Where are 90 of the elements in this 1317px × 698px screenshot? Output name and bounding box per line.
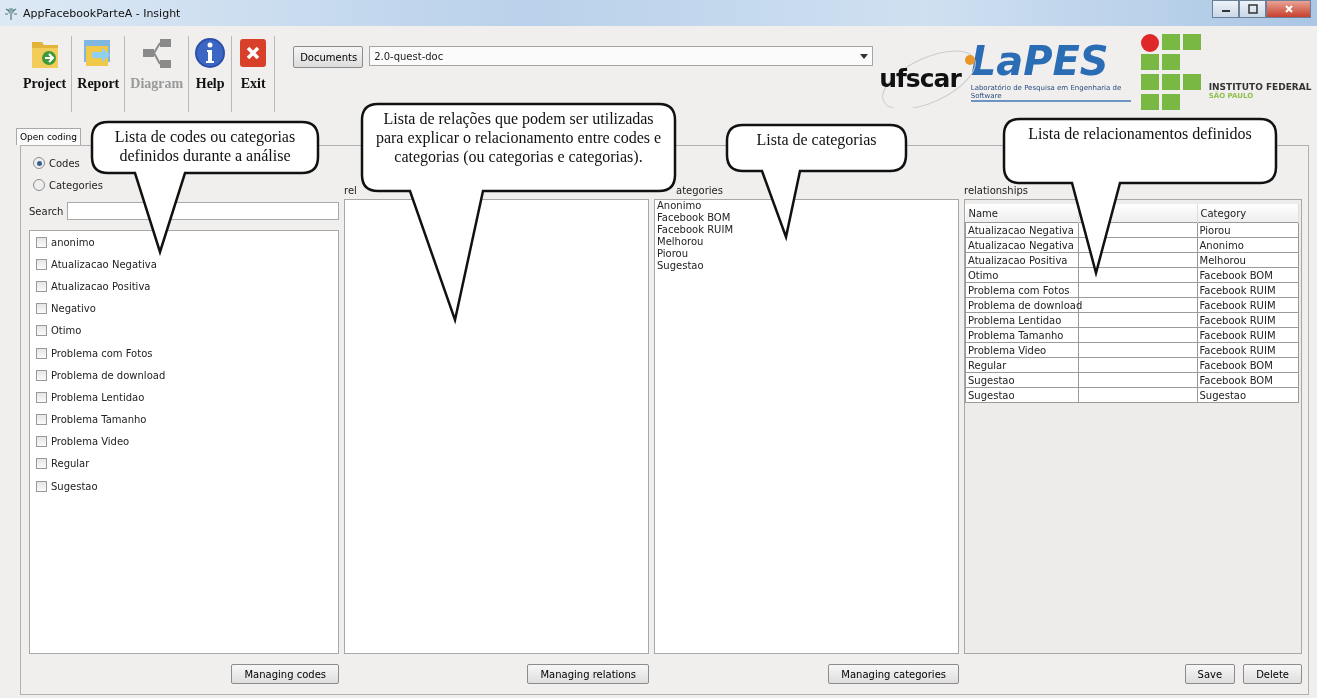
column-header[interactable]: Category <box>1197 204 1299 223</box>
table-cell: Facebook BOM <box>1197 357 1299 373</box>
table-cell: Sugestao <box>965 387 1078 403</box>
checkbox[interactable] <box>36 303 47 315</box>
button[interactable]: Delete <box>1243 664 1302 684</box>
code-label[interactable]: Otimo <box>51 325 82 337</box>
checkbox[interactable] <box>36 436 47 448</box>
close-icon <box>1283 4 1294 14</box>
tab[interactable]: Open coding <box>16 128 81 145</box>
table-cell: Facebook BOM <box>1197 372 1299 388</box>
table-cell: Melhorou <box>1197 252 1299 268</box>
button[interactable]: Managing relations <box>527 664 649 684</box>
checkbox[interactable] <box>36 414 47 426</box>
close-button[interactable] <box>1266 0 1311 18</box>
table-cell: Atualizacao Negativa <box>965 222 1078 238</box>
category-item[interactable]: Facebook BOM <box>655 212 958 224</box>
button[interactable]: Managing categories <box>828 664 959 684</box>
category-item[interactable]: Piorou <box>655 248 958 260</box>
table-cell: Piorou <box>1197 222 1299 238</box>
code-label[interactable]: Regular <box>51 458 90 470</box>
dropdown-arrow-icon <box>860 53 869 59</box>
checkbox[interactable] <box>36 391 47 403</box>
callout-text: Lista de relacionamentos definidos <box>1027 124 1253 143</box>
table-cell: Anonimo <box>1197 237 1299 253</box>
code-label[interactable]: Atualizacao Positiva <box>51 280 151 292</box>
category-item[interactable]: Sugestao <box>655 260 958 272</box>
table-cell: Facebook RUIM <box>1197 342 1299 358</box>
toolbar-button[interactable]: Project <box>18 36 73 112</box>
checkbox[interactable] <box>36 347 47 359</box>
table-cell: Regular <box>965 357 1078 373</box>
callout-text: Lista de codes ou categorias definidos durante a análise <box>113 127 297 165</box>
checkbox[interactable] <box>36 236 47 248</box>
checkbox[interactable] <box>36 369 47 381</box>
maximize-button[interactable] <box>1239 0 1266 18</box>
code-label[interactable]: Problema Video <box>51 436 130 448</box>
code-label[interactable]: Problema Tamanho <box>51 414 147 426</box>
code-label[interactable]: Sugestao <box>51 480 98 492</box>
code-label[interactable]: anonimo <box>51 236 95 248</box>
table-cell: Facebook RUIM <box>1197 327 1299 343</box>
search-label: Search <box>29 205 64 217</box>
table-cell: Facebook BOM <box>1197 267 1299 283</box>
table-cell: Atualizacao Negativa <box>965 237 1078 253</box>
section-label: ategories <box>676 185 723 196</box>
toolbar-button[interactable]: Help <box>189 36 233 112</box>
callout-text: Lista de categorias <box>755 130 878 149</box>
toolbar-button[interactable]: Report <box>72 36 126 112</box>
category-item[interactable]: Facebook RUIM <box>655 224 958 236</box>
checkbox[interactable] <box>36 258 47 270</box>
code-label[interactable]: Problema de download <box>51 369 166 381</box>
radio-button[interactable]: Categories <box>29 176 103 194</box>
checkbox[interactable] <box>36 280 47 292</box>
code-label[interactable]: Problema Lentidao <box>51 391 145 403</box>
logo-text: ufscar <box>879 63 961 93</box>
checkbox[interactable] <box>36 458 47 470</box>
callout-text: Lista de relações que podem ser utilizadas para explicar o relacionamento entre codes e categorias (ou categorias e categorias). <box>374 109 663 166</box>
table-cell: Sugestao <box>1197 387 1299 403</box>
maximize-icon <box>1247 4 1258 14</box>
table-cell: Problema Tamanho <box>965 327 1078 343</box>
table-cell: Facebook RUIM <box>1197 297 1299 313</box>
table-cell: Atualizacao Positiva <box>965 252 1078 268</box>
category-item[interactable]: Melhorou <box>655 236 958 248</box>
button[interactable]: Save <box>1184 664 1236 684</box>
table-cell: Otimo <box>965 267 1078 283</box>
category-item[interactable]: Anonimo <box>655 200 958 212</box>
code-label[interactable]: Negativo <box>51 303 96 315</box>
table-cell: Facebook RUIM <box>1197 282 1299 298</box>
app-icon <box>4 6 18 20</box>
section-label: rel <box>344 185 357 196</box>
window-title: AppFacebookParteA - Insight <box>23 6 182 20</box>
column-header[interactable]: Name <box>965 204 1078 223</box>
document-dropdown[interactable]: 2.0-quest-doc <box>369 46 874 66</box>
table-cell: Facebook RUIM <box>1197 312 1299 328</box>
table-cell: Problema Lentidao <box>965 312 1078 328</box>
radio-button[interactable]: Codes <box>29 154 80 172</box>
checkbox[interactable] <box>36 480 47 492</box>
toolbar-button[interactable]: Exit <box>232 36 276 112</box>
diagram-icon <box>140 36 173 70</box>
table-cell: Problema Video <box>965 342 1078 358</box>
logo-text: LaPES <box>970 38 1110 84</box>
minimize-button[interactable] <box>1212 0 1239 18</box>
table-cell: Problema com Fotos <box>965 282 1078 298</box>
table-cell: Sugestao <box>965 372 1078 388</box>
section-label: relationships <box>964 185 1028 196</box>
documents-button[interactable]: Documents <box>293 46 364 68</box>
button[interactable]: Managing codes <box>231 664 339 684</box>
code-label[interactable]: Problema com Fotos <box>51 347 153 359</box>
info-icon <box>194 36 227 70</box>
logo-text: INSTITUTO FEDERAL <box>1208 82 1312 92</box>
checkbox[interactable] <box>36 325 47 337</box>
code-label[interactable]: Atualizacao Negativa <box>51 258 157 270</box>
